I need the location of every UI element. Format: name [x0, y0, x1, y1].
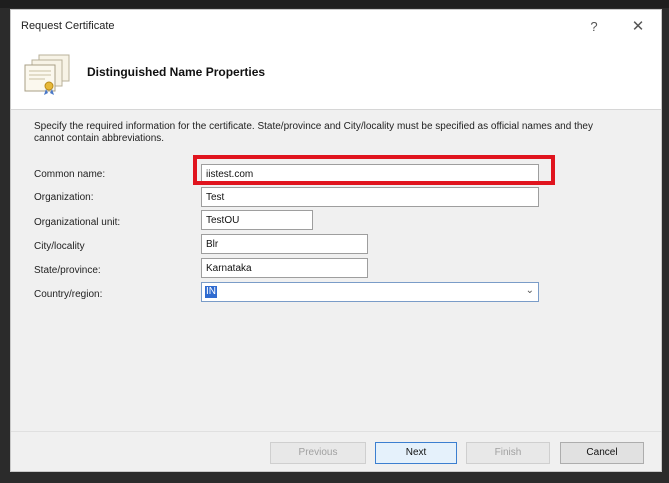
- request-certificate-dialog: Request Certificate ? ✕ Distinguished Na…: [10, 9, 662, 472]
- title-bar: Request Certificate ? ✕: [11, 10, 661, 44]
- organization-label: Organization:: [34, 192, 94, 203]
- country-label: Country/region:: [34, 289, 103, 300]
- screen-top-strip: [0, 0, 669, 8]
- organizational-unit-label: Organizational unit:: [34, 217, 121, 228]
- help-button[interactable]: ?: [581, 16, 607, 38]
- country-select[interactable]: IN ⌄: [201, 282, 539, 302]
- instructions-text: Specify the required information for the…: [34, 121, 593, 144]
- state-input[interactable]: [201, 258, 368, 278]
- common-name-label: Common name:: [34, 169, 106, 180]
- previous-button[interactable]: Previous: [270, 442, 366, 464]
- finish-button[interactable]: Finish: [466, 442, 550, 464]
- next-button[interactable]: Next: [375, 442, 457, 464]
- window-title: Request Certificate: [21, 20, 115, 32]
- certificate-stack-icon: [24, 54, 70, 95]
- wizard-footer: Previous Next Finish Cancel: [11, 431, 661, 473]
- country-selected-value: IN: [205, 286, 217, 298]
- organization-input[interactable]: [201, 187, 539, 207]
- chevron-down-icon[interactable]: ⌄: [526, 285, 534, 296]
- state-label: State/province:: [34, 265, 101, 276]
- organizational-unit-input[interactable]: [201, 210, 313, 230]
- wizard-header: Distinguished Name Properties: [11, 44, 661, 110]
- city-label: City/locality: [34, 241, 85, 252]
- close-button[interactable]: ✕: [625, 16, 651, 38]
- cancel-button[interactable]: Cancel: [560, 442, 644, 464]
- city-input[interactable]: [201, 234, 368, 254]
- common-name-input[interactable]: [201, 164, 539, 184]
- page-title: Distinguished Name Properties: [87, 65, 266, 79]
